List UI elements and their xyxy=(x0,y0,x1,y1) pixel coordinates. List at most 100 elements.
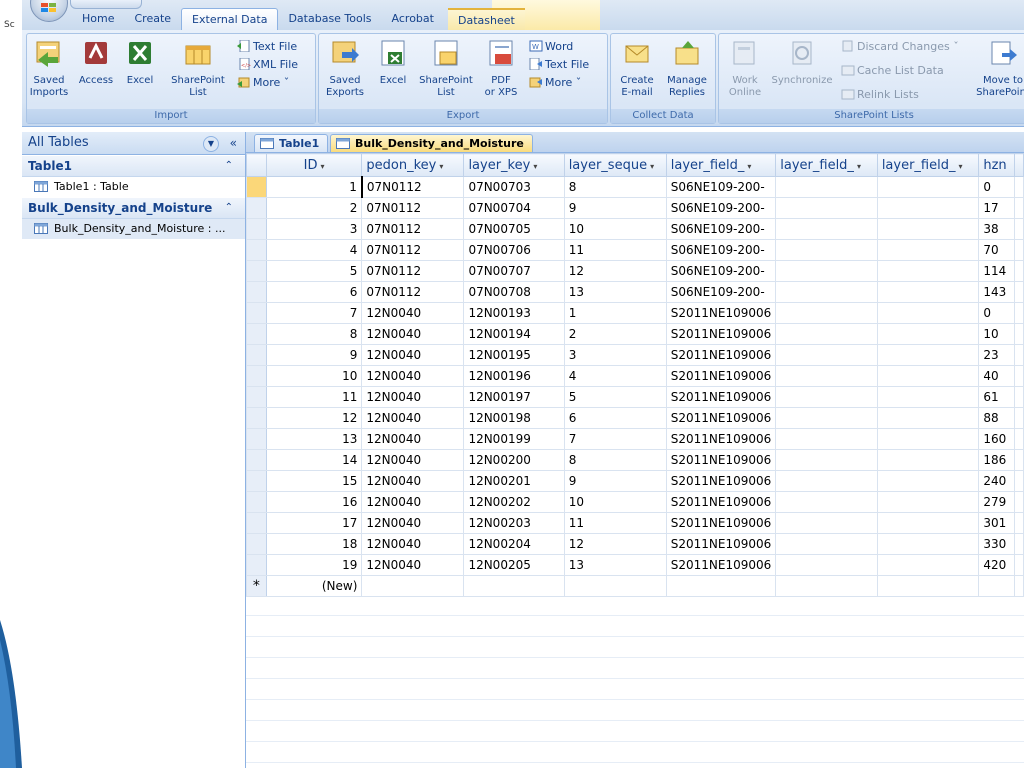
table-cell[interactable]: 8 xyxy=(563,449,667,471)
table-cell[interactable]: 12N00198 xyxy=(463,407,565,429)
nav-dropdown-icon[interactable]: ▼ xyxy=(203,136,219,152)
table-row[interactable]: 5 07N0112 07N00707 12 S06NE109-200- 114 xyxy=(246,260,1024,282)
work-online-button[interactable]: Work Online xyxy=(723,38,767,99)
chevron-up-icon[interactable]: ⌃ xyxy=(225,156,233,176)
table-cell[interactable]: S2011NE109006 xyxy=(665,470,777,492)
tab-datasheet[interactable]: Datasheet xyxy=(447,8,525,32)
table-cell[interactable]: 9 xyxy=(563,197,667,219)
table-cell[interactable]: 279 xyxy=(978,491,1015,513)
table-cell[interactable] xyxy=(876,323,980,345)
table-cell[interactable] xyxy=(775,575,878,597)
table-cell[interactable] xyxy=(775,365,878,387)
column-header[interactable]: layer_field_ ▾ xyxy=(876,153,980,177)
table-cell[interactable] xyxy=(876,407,980,429)
table-cell[interactable] xyxy=(876,302,980,324)
table-cell[interactable]: 240 xyxy=(978,470,1015,492)
table-cell[interactable]: 07N00703 xyxy=(463,176,565,198)
table-cell[interactable]: 12N00196 xyxy=(463,365,565,387)
table-cell[interactable]: 12N0040 xyxy=(361,533,465,555)
export-sharepoint-list-button[interactable]: SharePoint List xyxy=(417,38,475,99)
nav-item-table1[interactable]: Table1 : Table xyxy=(22,177,245,197)
nav-collapse-icon[interactable]: « xyxy=(230,132,237,154)
table-cell[interactable]: 23 xyxy=(978,344,1015,366)
table-cell[interactable]: 7 xyxy=(563,428,667,450)
table-cell[interactable] xyxy=(775,407,878,429)
table-cell[interactable]: 301 xyxy=(978,512,1015,534)
table-row[interactable]: 10 12N0040 12N00196 4 S2011NE109006 40 xyxy=(246,365,1024,387)
table-cell[interactable]: 12 xyxy=(265,407,363,429)
table-cell[interactable] xyxy=(775,239,878,261)
record-selector[interactable] xyxy=(246,344,267,366)
table-cell[interactable]: 0 xyxy=(978,302,1015,324)
table-row[interactable]: 14 12N0040 12N00200 8 S2011NE109006 186 xyxy=(246,449,1024,471)
nav-group-bulk-density[interactable]: Bulk_Density_and_Moisture ⌃ xyxy=(22,198,245,219)
table-cell[interactable] xyxy=(876,575,980,597)
table-row[interactable]: 11 12N0040 12N00197 5 S2011NE109006 61 xyxy=(246,386,1024,408)
relink-lists-button[interactable]: Relink Lists xyxy=(841,88,919,101)
table-row[interactable]: 1 07N0112 07N00703 8 S06NE109-200- 0 xyxy=(246,176,1024,198)
table-cell[interactable]: S06NE109-200- xyxy=(665,197,777,219)
table-cell[interactable]: 07N0112 xyxy=(361,239,465,261)
table-cell[interactable] xyxy=(361,575,465,597)
table-cell[interactable]: 19 xyxy=(265,554,363,576)
table-row[interactable]: 17 12N0040 12N00203 11 S2011NE109006 301 xyxy=(246,512,1024,534)
table-cell[interactable]: 07N00708 xyxy=(463,281,565,303)
export-text-file-button[interactable]: Text File xyxy=(529,58,589,71)
table-cell[interactable]: 15 xyxy=(265,470,363,492)
table-cell[interactable]: 9 xyxy=(563,470,667,492)
table-cell[interactable]: 07N0112 xyxy=(361,197,465,219)
nav-pane-header[interactable]: All Tables ▼ « xyxy=(22,132,245,155)
table-cell[interactable] xyxy=(775,386,878,408)
table-cell[interactable] xyxy=(876,344,980,366)
table-cell[interactable]: S06NE109-200- xyxy=(665,239,777,261)
import-more-button[interactable]: More ˇ xyxy=(237,76,289,89)
table-cell[interactable]: 18 xyxy=(265,533,363,555)
table-cell[interactable]: 13 xyxy=(265,428,363,450)
table-cell[interactable]: 61 xyxy=(978,386,1015,408)
export-more-button[interactable]: More ˇ xyxy=(529,76,581,89)
move-to-sharepoint-button[interactable]: Move to SharePoint xyxy=(973,38,1024,99)
table-cell[interactable]: 1 xyxy=(563,302,667,324)
table-cell[interactable]: 07N0112 xyxy=(360,176,465,198)
table-cell[interactable]: 12N0040 xyxy=(361,512,465,534)
tab-home[interactable]: Home xyxy=(72,8,124,30)
table-cell[interactable]: 6 xyxy=(563,407,667,429)
table-cell[interactable]: 10 xyxy=(563,491,667,513)
dropdown-arrow-icon[interactable]: ▾ xyxy=(439,162,443,171)
table-row[interactable]: 18 12N0040 12N00204 12 S2011NE109006 330 xyxy=(246,533,1024,555)
table-cell[interactable] xyxy=(876,197,980,219)
saved-exports-button[interactable]: Saved Exports xyxy=(323,38,367,99)
record-selector[interactable] xyxy=(246,218,267,240)
table-row[interactable]: 13 12N0040 12N00199 7 S2011NE109006 160 xyxy=(246,428,1024,450)
table-cell[interactable] xyxy=(876,470,980,492)
record-selector[interactable] xyxy=(246,365,267,387)
table-cell[interactable]: 12N0040 xyxy=(361,428,465,450)
dropdown-arrow-icon[interactable]: ▾ xyxy=(857,162,861,171)
table-cell[interactable]: 9 xyxy=(265,344,363,366)
table-cell[interactable]: 11 xyxy=(265,386,363,408)
column-header[interactable]: layer_seque ▾ xyxy=(563,153,667,177)
table-cell[interactable]: 8 xyxy=(265,323,363,345)
dropdown-arrow-icon[interactable]: ▾ xyxy=(747,162,751,171)
table-cell[interactable]: 186 xyxy=(978,449,1015,471)
table-cell[interactable]: 12N00201 xyxy=(463,470,565,492)
record-selector[interactable] xyxy=(246,491,267,513)
table-cell[interactable]: 07N00707 xyxy=(463,260,565,282)
nav-group-table1[interactable]: Table1 ⌃ xyxy=(22,156,245,177)
table-cell[interactable]: 160 xyxy=(978,428,1015,450)
table-cell[interactable] xyxy=(876,176,980,198)
select-all-corner[interactable] xyxy=(246,153,267,177)
chevron-up-icon[interactable]: ⌃ xyxy=(225,198,233,218)
table-cell[interactable]: 13 xyxy=(563,281,667,303)
table-cell[interactable] xyxy=(463,575,565,597)
table-cell[interactable] xyxy=(775,323,878,345)
record-selector[interactable] xyxy=(246,239,267,261)
table-cell[interactable]: 38 xyxy=(978,218,1015,240)
table-cell[interactable]: 12N0040 xyxy=(361,302,465,324)
table-cell[interactable]: 330 xyxy=(978,533,1015,555)
table-cell[interactable]: S2011NE109006 xyxy=(665,323,777,345)
table-cell[interactable]: S06NE109-200- xyxy=(665,260,777,282)
tab-acrobat[interactable]: Acrobat xyxy=(382,8,444,30)
table-cell[interactable] xyxy=(775,281,878,303)
doc-tab-table1[interactable]: Table1 xyxy=(254,134,329,152)
